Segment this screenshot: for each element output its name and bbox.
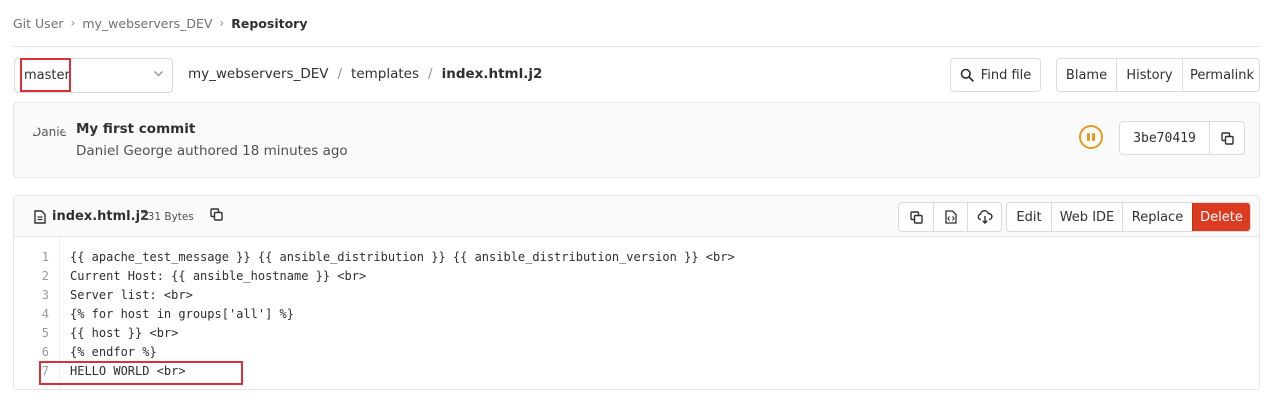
search-icon	[960, 68, 974, 82]
line-number[interactable]: 1	[42, 250, 49, 264]
chevron-down-icon	[153, 68, 164, 82]
copy-file-path-icon[interactable]	[210, 206, 223, 225]
commit-title[interactable]: My first commit	[76, 121, 195, 137]
avatar[interactable]: Daniel George	[32, 123, 68, 159]
code-line: {% for host in groups['all'] %}	[70, 307, 294, 321]
file-header: index.html.j2 231 Bytes Edit Web IDE Rep…	[14, 196, 1259, 237]
file-actions-group: Edit Web IDE Replace Delete	[1006, 202, 1251, 232]
permalink-button[interactable]: Permalink	[1182, 59, 1259, 91]
commit-sha-group: 3be70419	[1119, 121, 1245, 155]
line-number[interactable]: 5	[42, 326, 49, 340]
pause-bar	[1092, 133, 1095, 141]
find-file-label: Find file	[980, 67, 1032, 83]
code-line: Server list: <br>	[70, 288, 193, 302]
line-number[interactable]: 4	[42, 307, 49, 321]
chevron-right-icon: ›	[219, 16, 225, 30]
last-commit-panel: Daniel George My first commit Daniel Geo…	[13, 102, 1260, 178]
replace-button[interactable]: Replace	[1122, 203, 1192, 231]
line-number[interactable]: 3	[42, 288, 49, 302]
blame-button[interactable]: Blame	[1057, 59, 1116, 91]
highlight-box-line-7	[39, 361, 243, 385]
commit-author-meta: Daniel George authored 18 minutes ago	[76, 143, 348, 159]
find-file-button[interactable]: Find file	[950, 58, 1041, 92]
cloud-download-icon	[977, 210, 993, 224]
copy-contents-button[interactable]	[899, 203, 933, 231]
file-history-button-group: Blame History Permalink	[1056, 58, 1260, 92]
code-line: Current Host: {{ ansible_hostname }} <br…	[70, 269, 367, 283]
file-view-icon-group	[898, 202, 1002, 232]
path-separator: /	[337, 66, 343, 82]
avatar-alt-text: Daniel George	[32, 125, 68, 139]
breadcrumb-item-current[interactable]: Repository	[231, 16, 307, 31]
edit-button[interactable]: Edit	[1007, 203, 1051, 231]
web-ide-button[interactable]: Web IDE	[1051, 203, 1122, 231]
download-button[interactable]	[967, 203, 1001, 231]
file-path: my_webservers_DEV / templates / index.ht…	[188, 66, 542, 82]
pipeline-paused-icon[interactable]	[1079, 125, 1103, 149]
breadcrumb: Git User › my_webservers_DEV › Repositor…	[13, 0, 1260, 47]
line-number[interactable]: 2	[42, 269, 49, 283]
file-name: index.html.j2	[52, 209, 150, 224]
breadcrumb-item-namespace[interactable]: Git User	[13, 16, 64, 31]
file-size: 231 Bytes	[141, 211, 194, 223]
commit-sha[interactable]: 3be70419	[1120, 122, 1209, 154]
pause-bar	[1087, 133, 1090, 141]
file-document-icon	[34, 209, 46, 228]
path-folder-link[interactable]: templates	[351, 66, 419, 82]
delete-button[interactable]: Delete	[1192, 203, 1250, 231]
code-line: {% endfor %}	[70, 345, 157, 359]
code-line: {{ apache_test_message }} {{ ansible_dis…	[70, 250, 735, 264]
open-raw-button[interactable]	[933, 203, 967, 231]
copy-icon	[1220, 131, 1234, 145]
path-file-name: index.html.j2	[441, 66, 543, 82]
copy-sha-button[interactable]	[1209, 122, 1244, 154]
breadcrumb-item-project[interactable]: my_webservers_DEV	[82, 16, 212, 31]
code-line: {{ host }} <br>	[70, 326, 179, 340]
line-number[interactable]: 6	[42, 345, 49, 359]
path-project-link[interactable]: my_webservers_DEV	[188, 66, 328, 82]
path-separator: /	[428, 66, 433, 82]
copy-icon	[909, 210, 923, 224]
raw-file-icon	[944, 210, 957, 224]
history-button[interactable]: History	[1116, 59, 1182, 91]
chevron-right-icon: ›	[70, 16, 76, 30]
highlight-box-branch	[20, 58, 71, 92]
